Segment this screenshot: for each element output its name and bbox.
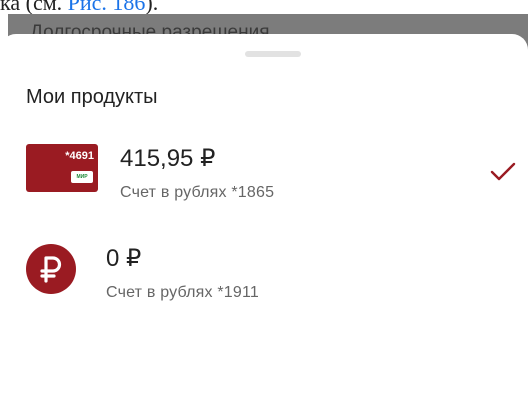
- bottom-sheet: Мои продукты *4691 МИР 415,95 ₽ Счет в р…: [0, 34, 528, 394]
- checkmark-icon: [490, 162, 516, 181]
- product-account-label: Счет в рублях *1911: [106, 284, 260, 301]
- background-document-text: ка (см. Рис. 186).: [0, 0, 528, 14]
- product-item-card-4691[interactable]: *4691 МИР 415,95 ₽ Счет в рублях *1865: [0, 134, 528, 214]
- sheet-title: Мои продукты: [26, 86, 158, 108]
- ruble-icon: [26, 244, 76, 294]
- product-balance: 0 ₽: [106, 245, 142, 272]
- mir-logo-icon: МИР: [71, 171, 93, 183]
- product-item-account-1911[interactable]: 0 ₽ Счет в рублях *1911: [0, 234, 528, 314]
- product-balance: 415,95 ₽: [120, 145, 216, 172]
- payment-system-label: МИР: [76, 174, 88, 180]
- drag-handle[interactable]: [245, 51, 301, 57]
- product-account-label: Счет в рублях *1865: [120, 184, 275, 201]
- document-line: ка (см. Рис. 186).: [0, 0, 158, 14]
- bank-card-icon: *4691 МИР: [26, 144, 98, 192]
- ruble-sign-glyph: [40, 256, 62, 283]
- card-number: *4691: [65, 150, 94, 162]
- document-text-suffix: ).: [145, 0, 159, 14]
- document-text-prefix: ка (см.: [0, 0, 68, 14]
- figure-link[interactable]: Рис. 186: [68, 0, 146, 14]
